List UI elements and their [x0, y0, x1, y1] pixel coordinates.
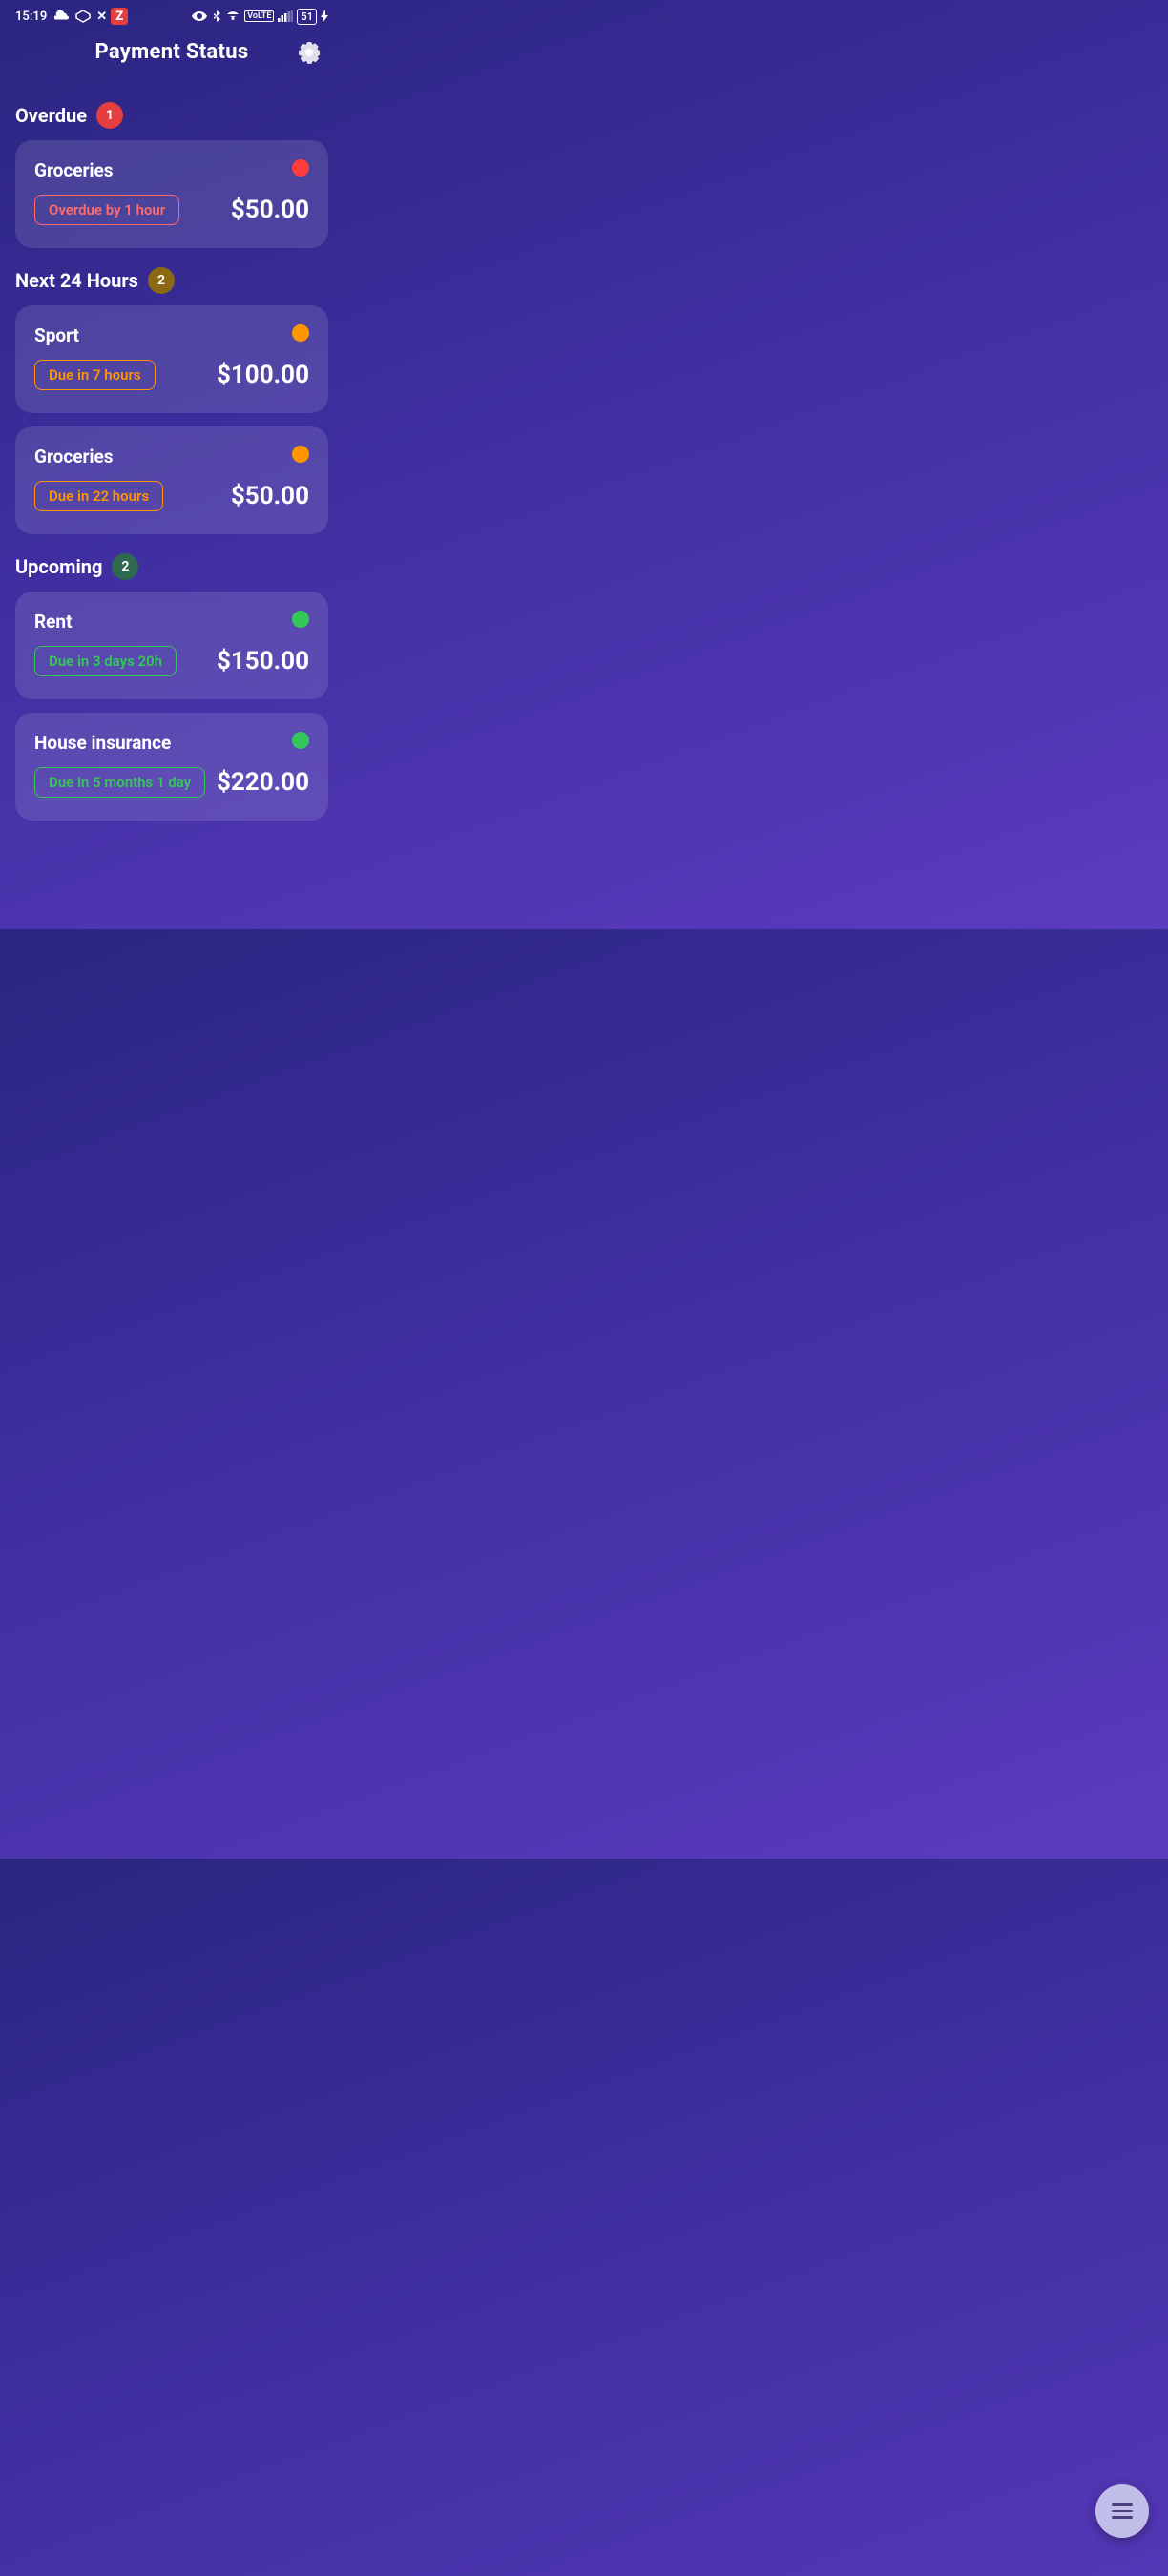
cloud-icon: [54, 10, 70, 22]
status-bar: 15:19 ✕ Z VoLTE: [0, 0, 344, 29]
upcoming-section-header: Upcoming 2: [15, 553, 328, 580]
bluetooth-icon: [212, 10, 221, 23]
card-top: Groceries: [34, 159, 309, 181]
card-top: Groceries: [34, 446, 309, 467]
next24-section-header: Next 24 Hours 2: [15, 267, 328, 294]
eye-icon: [191, 10, 208, 22]
status-dot-orange: [292, 446, 309, 463]
card-name: Sport: [34, 324, 79, 346]
card-sport[interactable]: Sport Due in 7 hours $100.00: [15, 305, 328, 413]
menu-icon: [1112, 2503, 1133, 2519]
overdue-title: Overdue: [15, 104, 87, 127]
card-bottom: Due in 22 hours $50.00: [34, 481, 309, 511]
card-bottom: Due in 5 months 1 day $220.00: [34, 767, 309, 798]
z-app-icon: Z: [111, 8, 128, 25]
upcoming-title: Upcoming: [15, 555, 102, 578]
card-groceries-overdue[interactable]: Groceries Overdue by 1 hour $50.00: [15, 140, 328, 248]
time-display: 15:19: [15, 10, 47, 24]
amount: $50.00: [231, 482, 309, 510]
amount: $150.00: [217, 647, 309, 675]
card-name: House insurance: [34, 732, 171, 754]
card-name: Groceries: [34, 159, 114, 181]
overdue-section-header: Overdue 1: [15, 102, 328, 129]
main-content: Overdue 1 Groceries Overdue by 1 hour $5…: [0, 102, 344, 929]
card-name: Groceries: [34, 446, 114, 467]
card-groceries-24h[interactable]: Groceries Due in 22 hours $50.00: [15, 426, 328, 534]
status-right: VoLTE 51: [191, 9, 328, 25]
card-bottom: Due in 7 hours $100.00: [34, 360, 309, 390]
due-label: Due in 22 hours: [34, 481, 163, 511]
page-title: Payment Status: [95, 40, 249, 64]
amount: $100.00: [217, 361, 309, 389]
amount: $220.00: [217, 768, 309, 797]
vpn-icon: [75, 10, 91, 23]
page-header: Payment Status: [0, 29, 344, 83]
wifi-icon: [225, 10, 240, 22]
overdue-badge: 1: [96, 102, 123, 129]
card-bottom: Overdue by 1 hour $50.00: [34, 195, 309, 225]
due-label: Due in 7 hours: [34, 360, 156, 390]
card-rent[interactable]: Rent Due in 3 days 20h $150.00: [15, 592, 328, 699]
card-top: Rent: [34, 611, 309, 633]
card-house-insurance[interactable]: House insurance Due in 5 months 1 day $2…: [15, 713, 328, 821]
status-dot-red: [292, 159, 309, 177]
card-top: Sport: [34, 324, 309, 346]
due-label: Overdue by 1 hour: [34, 195, 179, 225]
amount: $50.00: [231, 196, 309, 224]
status-dot-green: [292, 732, 309, 749]
card-top: House insurance: [34, 732, 309, 754]
due-label: Due in 5 months 1 day: [34, 767, 205, 798]
fab-menu-button[interactable]: [1095, 2484, 1149, 2538]
settings-button[interactable]: [294, 37, 324, 68]
x-social-icon: ✕: [96, 10, 107, 24]
menu-line-3: [1112, 2516, 1133, 2519]
status-left: 15:19 ✕ Z: [15, 8, 128, 25]
signal-icon: [278, 10, 293, 22]
next24-title: Next 24 Hours: [15, 269, 138, 292]
due-label: Due in 3 days 20h: [34, 646, 177, 676]
status-dot-green: [292, 611, 309, 628]
status-dot-orange: [292, 324, 309, 342]
next24-badge: 2: [148, 267, 175, 294]
menu-line-1: [1112, 2503, 1133, 2506]
menu-line-2: [1112, 2510, 1133, 2513]
battery-level: 51: [297, 9, 317, 25]
card-bottom: Due in 3 days 20h $150.00: [34, 646, 309, 676]
charging-icon: [321, 10, 328, 23]
card-name: Rent: [34, 611, 73, 633]
volte-badge: VoLTE: [244, 10, 274, 22]
upcoming-badge: 2: [112, 553, 138, 580]
